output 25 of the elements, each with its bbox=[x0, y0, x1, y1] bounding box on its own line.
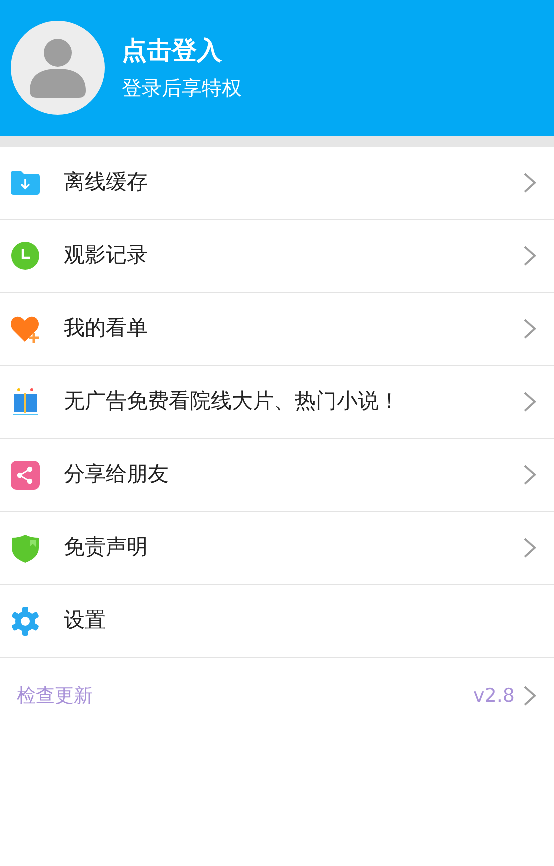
menu-label: 免责声明 bbox=[64, 534, 149, 562]
menu-item[interactable]: 分享给朋友 bbox=[0, 439, 554, 512]
chevron-icon bbox=[523, 685, 537, 707]
menu-label: 离线缓存 bbox=[64, 169, 149, 196]
login-subtitle: 登录后享特权 bbox=[122, 76, 242, 102]
menu-label: 分享给朋友 bbox=[64, 461, 170, 488]
menu-item[interactable]: 离线缓存 bbox=[0, 147, 554, 220]
avatar-icon bbox=[11, 21, 105, 115]
login-title: 点击登入 bbox=[122, 34, 223, 66]
version-label: v2.8 bbox=[474, 684, 515, 709]
menu-item[interactable]: 免责声明 bbox=[0, 512, 554, 585]
share-icon bbox=[10, 460, 41, 490]
clock-icon bbox=[10, 240, 41, 272]
menu-item[interactable]: 我的看单 bbox=[0, 293, 554, 366]
shield-icon bbox=[10, 532, 41, 564]
menu-label: 观影记录 bbox=[64, 242, 149, 270]
menu-label: 设置 bbox=[64, 607, 107, 634]
menu-label: 我的看单 bbox=[64, 315, 149, 342]
menu-item[interactable]: 无广告免费看院线大片、热门小说！ bbox=[0, 366, 554, 439]
settings-icon bbox=[10, 606, 41, 636]
menu-item[interactable]: 设置 bbox=[0, 585, 554, 658]
check-update-label: 检查更新 bbox=[17, 684, 93, 709]
menu-item[interactable]: 观影记录 bbox=[0, 220, 554, 293]
menu-label: 无广告免费看院线大片、热门小说！ bbox=[64, 388, 401, 416]
book-icon bbox=[10, 386, 41, 418]
